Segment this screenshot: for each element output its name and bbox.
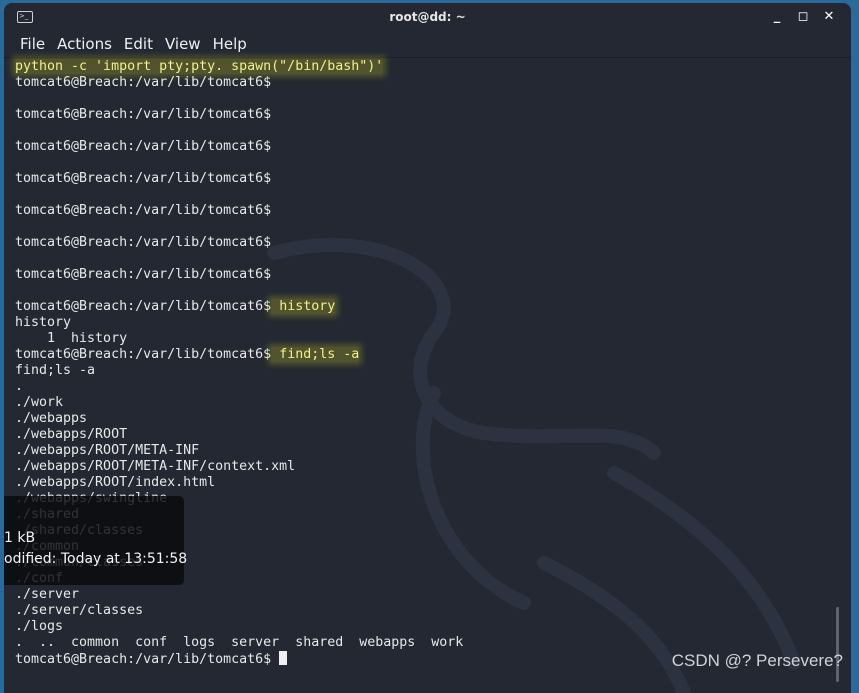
terminal-line-text: . xyxy=(15,379,24,394)
terminal-line: . .. common conf logs server shared weba… xyxy=(15,635,851,651)
terminal-line: ./work xyxy=(15,395,851,411)
maximize-button[interactable]: ◻ xyxy=(797,9,809,24)
terminal-line-text: tomcat6@Breach:/var/lib/tomcat6$ xyxy=(15,347,272,362)
terminal-line: tomcat6@Breach:/var/lib/tomcat6$ xyxy=(15,267,851,283)
terminal-line: history xyxy=(15,315,851,331)
terminal-line-text: ./work xyxy=(15,395,64,410)
terminal-line-text: . .. common conf logs server shared weba… xyxy=(15,635,464,650)
terminal-line-text: 1 history xyxy=(15,331,128,346)
terminal-line: tomcat6@Breach:/var/lib/tomcat6$ xyxy=(15,139,851,155)
terminal-line-text: tomcat6@Breach:/var/lib/tomcat6$ xyxy=(15,267,272,282)
minimize-button[interactable]: _ xyxy=(771,9,783,24)
terminal-line: ./webapps/ROOT/index.html xyxy=(15,475,851,491)
terminal-line-text: ./webapps xyxy=(15,411,88,426)
terminal-line: ./webapps/ROOT/META-INF/context.xml xyxy=(15,459,851,475)
terminal-line-text: ./server xyxy=(15,587,80,602)
terminal-line-text: history xyxy=(15,315,72,330)
title-bar: >_ root@dd: ~ _ ◻ ✕ xyxy=(4,3,851,33)
terminal-line: ./webapps/ROOT xyxy=(15,427,851,443)
terminal-line: tomcat6@Breach:/var/lib/tomcat6$ find;ls… xyxy=(15,347,851,363)
terminal-line: ./logs xyxy=(15,619,851,635)
terminal-line: ./server xyxy=(15,587,851,603)
terminal-line: ./webapps/ROOT/META-INF xyxy=(15,443,851,459)
terminal-line: . xyxy=(15,379,851,395)
terminal-line: ./webapps xyxy=(15,411,851,427)
close-button[interactable]: ✕ xyxy=(823,9,835,24)
terminal-line-text: tomcat6@Breach:/var/lib/tomcat6$ xyxy=(15,203,272,218)
terminal-window: >_ root@dd: ~ _ ◻ ✕ File Actions Edit Vi… xyxy=(4,3,851,693)
terminal-command: find;ls -a xyxy=(271,347,360,362)
terminal-line: tomcat6@Breach:/var/lib/tomcat6$ history xyxy=(15,299,851,315)
terminal-line-text: ./webapps/ROOT/META-INF xyxy=(15,443,200,458)
terminal-line: ./server/classes xyxy=(15,603,851,619)
terminal-line: python -c 'import pty;pty. spawn("/bin/b… xyxy=(15,59,851,75)
csdn-watermark: CSDN @? Persevere? xyxy=(671,651,843,670)
window-title: root@dd: ~ xyxy=(389,10,466,24)
terminal-line: tomcat6@Breach:/var/lib/tomcat6$ xyxy=(15,171,851,187)
terminal-line: tomcat6@Breach:/var/lib/tomcat6$ xyxy=(15,235,851,251)
terminal-line-text: ./webapps/ROOT/META-INF/context.xml xyxy=(15,459,296,474)
text-cursor xyxy=(279,651,288,665)
terminal-line-text: ./webapps/ROOT xyxy=(15,427,128,442)
terminal-line-text: tomcat6@Breach:/var/lib/tomcat6$ xyxy=(15,299,272,314)
terminal-line-text: ./logs xyxy=(15,619,64,634)
terminal-line-text: ./server/classes xyxy=(15,603,144,618)
terminal-command: history xyxy=(271,299,336,314)
terminal-line-text: tomcat6@Breach:/var/lib/tomcat6$ xyxy=(15,235,272,250)
terminal-line: find;ls -a xyxy=(15,363,851,379)
terminal-line: tomcat6@Breach:/var/lib/tomcat6$ xyxy=(15,75,851,91)
terminal-line-text: tomcat6@Breach:/var/lib/tomcat6$ xyxy=(15,107,272,122)
terminal-line-text: tomcat6@Breach:/var/lib/tomcat6$ xyxy=(15,139,272,154)
tooltip-size: 1 kB xyxy=(4,530,36,546)
terminal-line: tomcat6@Breach:/var/lib/tomcat6$ xyxy=(15,203,851,219)
terminal-output[interactable]: python -c 'import pty;pty. spawn("/bin/b… xyxy=(4,59,851,693)
file-info-tooltip: 1 kB odified: Today at 13:51:58 xyxy=(4,496,188,585)
terminal-line: 1 history xyxy=(15,331,851,347)
tooltip-modified: odified: Today at 13:51:58 xyxy=(4,551,188,567)
terminal-line-text: find;ls -a xyxy=(15,363,96,378)
terminal-line-text: tomcat6@Breach:/var/lib/tomcat6$ xyxy=(15,171,272,186)
terminal-line: tomcat6@Breach:/var/lib/tomcat6$ xyxy=(15,107,851,123)
terminal-line-text: python -c 'import pty;pty. spawn("/bin/b… xyxy=(15,59,384,74)
terminal-line-text: ./webapps/ROOT/index.html xyxy=(15,475,216,490)
terminal-line-text: tomcat6@Breach:/var/lib/tomcat6$ xyxy=(15,652,272,667)
terminal-line-text: tomcat6@Breach:/var/lib/tomcat6$ xyxy=(15,75,272,90)
